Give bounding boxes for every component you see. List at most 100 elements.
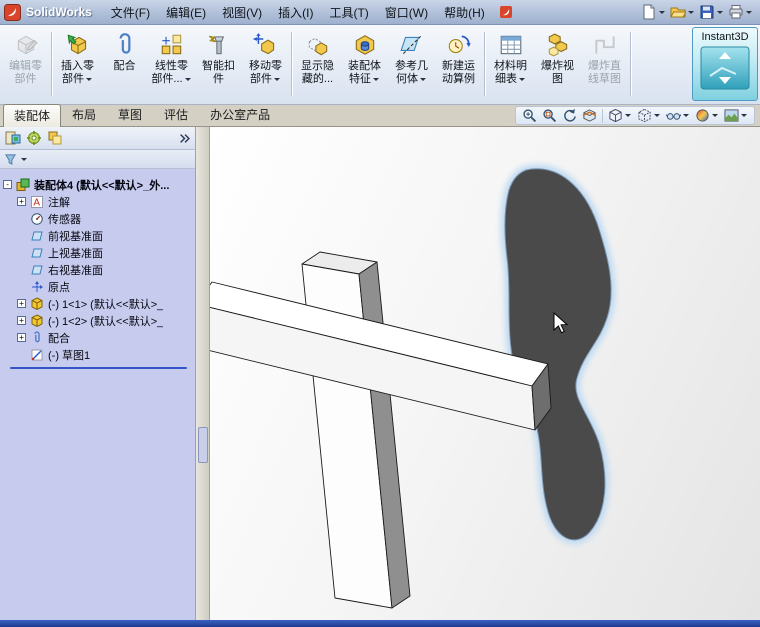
featuremanager-tree-icon[interactable] (5, 130, 21, 146)
solidworks-logo-icon (4, 3, 21, 21)
sketch-icon (30, 348, 44, 362)
explode-line-sketch-button[interactable]: 爆炸直 线草图 (581, 27, 628, 101)
status-bar (0, 620, 760, 627)
tree-item-annotations[interactable]: + A 注解 (0, 193, 195, 210)
menu-help[interactable]: 帮助(H) (437, 1, 492, 24)
menu-tools[interactable]: 工具(T) (322, 1, 375, 24)
featuremanager-tabs (0, 127, 195, 150)
vertical-bar-component[interactable] (301, 251, 411, 609)
tab-assembly[interactable]: 装配体 (3, 104, 62, 127)
tab-office-products[interactable]: 办公室产品 (199, 103, 281, 126)
plane-icon (30, 263, 44, 277)
dropdown-arrow-icon (654, 114, 660, 120)
mate-button[interactable]: 配合 (101, 27, 148, 101)
quick-toolbar (640, 2, 756, 22)
tree-item-origin[interactable]: 原点 (0, 278, 195, 295)
chevron-double-right-icon[interactable] (179, 133, 190, 144)
panel-splitter[interactable] (196, 127, 210, 620)
tree-item-front-plane[interactable]: 前视基准面 (0, 227, 195, 244)
exploded-view-icon (545, 32, 571, 58)
new-document-button[interactable] (640, 2, 667, 22)
toolbar-separator (484, 32, 485, 96)
expander-icon[interactable]: + (17, 333, 26, 342)
tree-item-right-plane[interactable]: 右视基准面 (0, 261, 195, 278)
commandmanager-tabs: 装配体 布局 草图 评估 办公室产品 (0, 103, 760, 127)
rollback-bar[interactable] (10, 367, 187, 369)
smart-fasteners-icon (206, 32, 232, 58)
toolbar-separator (291, 32, 292, 96)
linear-pattern-button[interactable]: 线性零 部件... (148, 27, 195, 101)
assembly-features-button[interactable]: 装配体 特征 (341, 27, 388, 101)
hide-show-items-icon[interactable] (665, 108, 691, 123)
dropdown-arrow-icon (21, 157, 27, 164)
dropdown-arrow-icon (746, 10, 752, 17)
menu-edit[interactable]: 编辑(E) (159, 1, 213, 24)
tree-filter-bar[interactable] (0, 150, 195, 169)
tab-sketch[interactable]: 草图 (107, 103, 153, 126)
expander-icon[interactable]: + (17, 316, 26, 325)
open-document-button[interactable] (669, 2, 696, 22)
dropdown-arrow-icon (717, 10, 723, 17)
expander-icon[interactable]: + (17, 299, 26, 308)
edit-component-button[interactable]: 编辑零 部件 (2, 27, 49, 101)
smart-fasteners-button[interactable]: 智能扣 件 (195, 27, 242, 101)
bill-of-materials-button[interactable]: 材料明 细表 (487, 27, 534, 101)
menu-file[interactable]: 文件(F) (104, 1, 157, 24)
tree-item-mates[interactable]: + 配合 (0, 329, 195, 346)
view-orientation-icon[interactable] (607, 108, 633, 123)
featuremanager-panel: - 装配体4 (默认<<默认>_外... + A 注解 传感器 前视基准面 上视… (0, 127, 196, 620)
instant3d-icon (700, 46, 750, 90)
exploded-view-button[interactable]: 爆炸视 图 (534, 27, 581, 101)
insert-component-button[interactable]: 插入零 部件 (54, 27, 101, 101)
display-style-icon[interactable] (636, 108, 662, 123)
tree-item-part-1-2[interactable]: + (-) 1<2> (默认<<默认>_ (0, 312, 195, 329)
tree-item-sketch1[interactable]: (-) 草图1 (0, 346, 195, 363)
assembly-icon (16, 178, 30, 192)
insert-component-icon (65, 32, 91, 58)
previous-view-icon[interactable] (561, 108, 578, 123)
solidworks-resources-icon[interactable] (498, 4, 514, 20)
filter-icon (4, 153, 17, 166)
propertymanager-icon[interactable] (26, 130, 42, 146)
tree-item-assembly-root[interactable]: - 装配体4 (默认<<默认>_外... (0, 176, 195, 193)
svg-text:A: A (33, 197, 40, 208)
move-component-button[interactable]: 移动零 部件 (242, 27, 289, 101)
section-view-icon[interactable] (581, 108, 598, 123)
tree-item-part-1-1[interactable]: + (-) 1<1> (默认<<默认>_ (0, 295, 195, 312)
new-motion-study-button[interactable]: 新建运 动算例 (435, 27, 482, 101)
graphics-viewport[interactable] (210, 127, 760, 620)
app-title: SolidWorks (26, 5, 92, 19)
tab-layout[interactable]: 布局 (61, 103, 107, 126)
dropdown-arrow-icon (274, 78, 280, 84)
tree-item-top-plane[interactable]: 上视基准面 (0, 244, 195, 261)
show-hidden-icon (305, 32, 331, 58)
dropdown-arrow-icon (420, 78, 426, 84)
tree-item-sensors[interactable]: 传感器 (0, 210, 195, 227)
dropdown-arrow-icon (519, 78, 525, 84)
save-document-button[interactable] (698, 2, 725, 22)
expander-icon[interactable]: - (3, 180, 12, 189)
reference-geometry-button[interactable]: 参考几 何体 (388, 27, 435, 101)
expander-icon[interactable]: + (17, 197, 26, 206)
tab-evaluate[interactable]: 评估 (153, 103, 199, 126)
dropdown-arrow-icon (683, 114, 689, 120)
instant3d-button[interactable]: Instant3D (692, 27, 758, 101)
configurationmanager-icon[interactable] (47, 130, 63, 146)
apply-scene-icon[interactable] (723, 108, 749, 123)
move-component-icon (253, 32, 279, 58)
dropdown-arrow-icon (712, 114, 718, 120)
splitter-handle[interactable] (198, 427, 208, 463)
highlighted-part[interactable] (500, 164, 616, 545)
menu-view[interactable]: 视图(V) (215, 1, 269, 24)
command-manager: 编辑零 部件 插入零 部件 配合 线性零 部件... 智能扣 件 移动零 部件 … (0, 25, 760, 105)
menu-insert[interactable]: 插入(I) (271, 1, 320, 24)
print-document-button[interactable] (727, 2, 754, 22)
edit-appearance-icon[interactable] (694, 108, 720, 123)
zoom-area-icon[interactable] (541, 108, 558, 123)
origin-icon (30, 280, 44, 294)
assembly-features-icon (352, 32, 378, 58)
zoom-fit-icon[interactable] (521, 108, 538, 123)
show-hidden-components-button[interactable]: 显示隐 藏的... (294, 27, 341, 101)
dropdown-arrow-icon (659, 10, 665, 17)
menu-window[interactable]: 窗口(W) (378, 1, 435, 24)
